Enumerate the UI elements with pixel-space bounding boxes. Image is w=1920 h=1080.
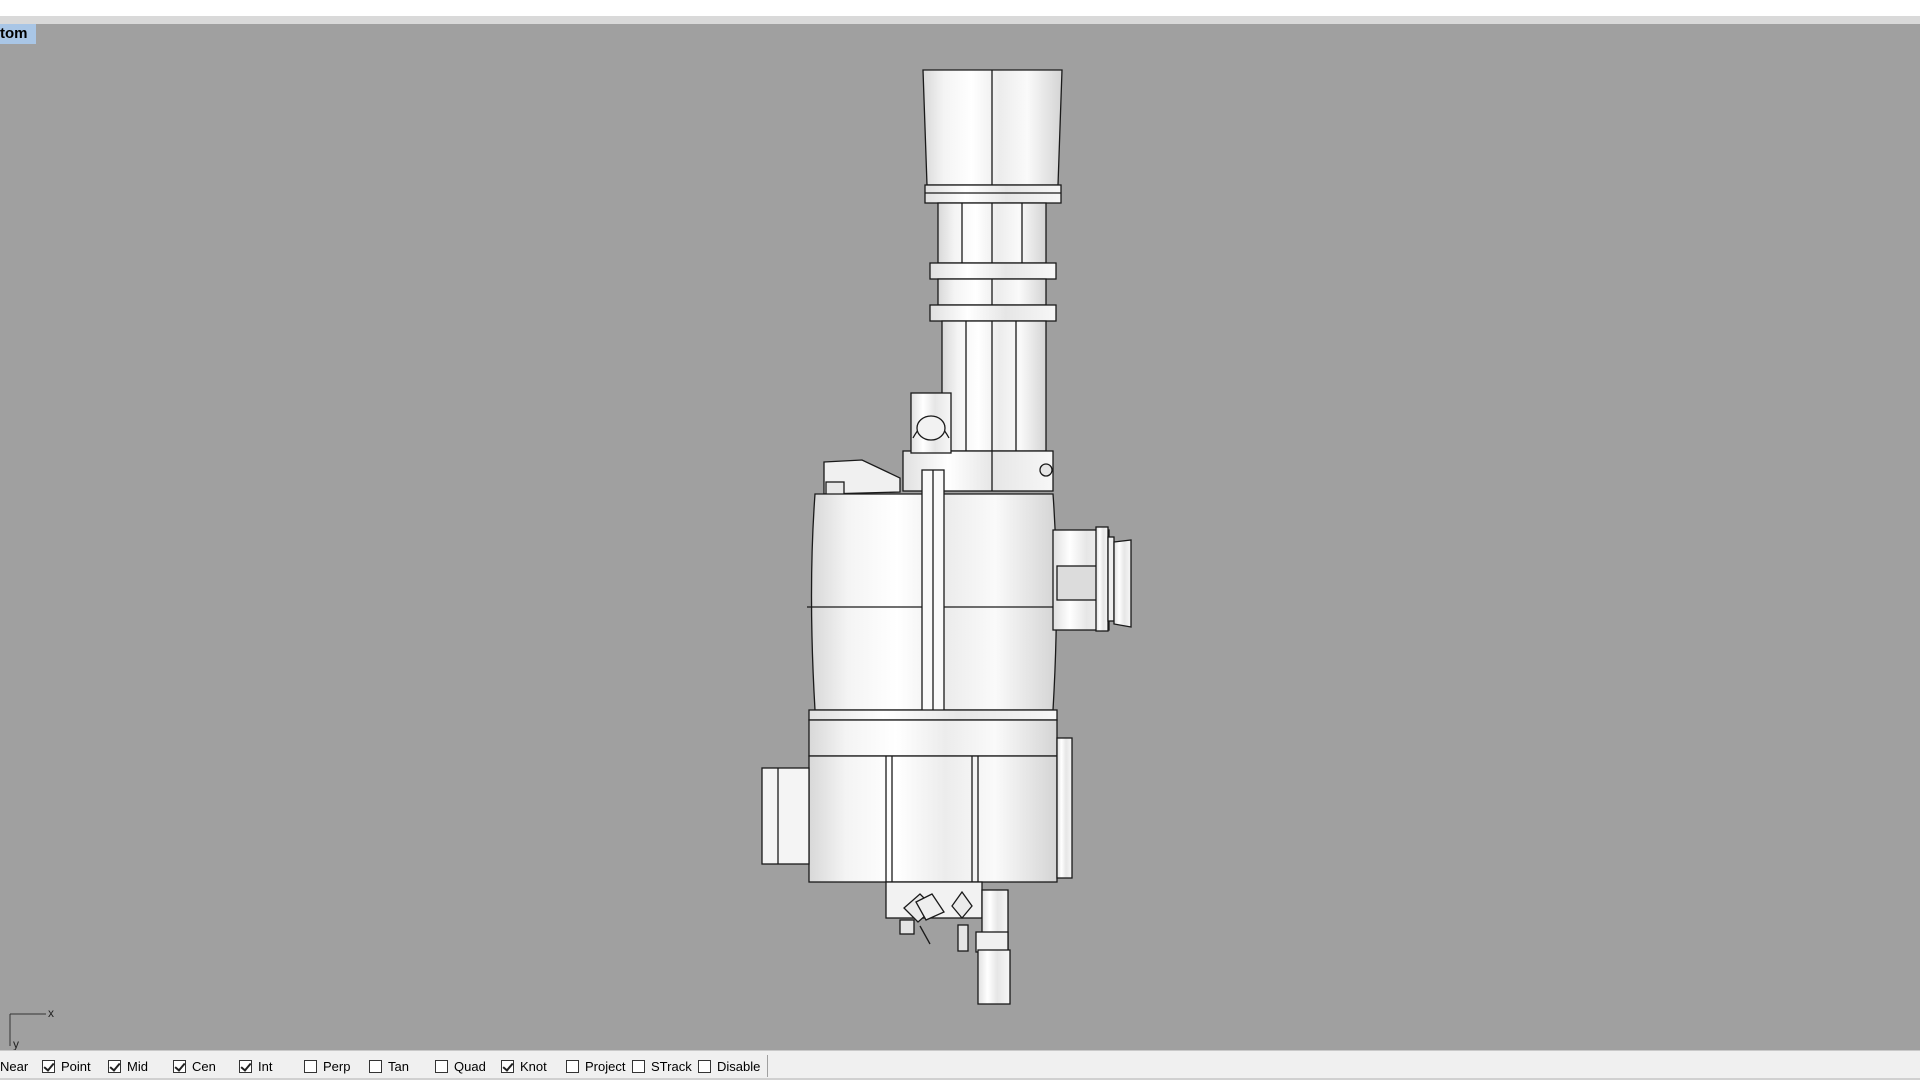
osnap-cen-checkbox[interactable] [173,1059,186,1073]
osnap-mid-checkbox[interactable] [108,1059,121,1073]
osnap-knot-label: Knot [520,1058,547,1074]
osnap-point-checkbox[interactable] [42,1059,55,1073]
osnap-project-label: Project [585,1058,626,1074]
bottom-viewport[interactable]: tom x y [0,24,1920,1050]
viewport-frame-edge [0,16,1920,24]
osnap-tan[interactable]: Tan [369,1057,409,1075]
osnap-knot-checkbox[interactable] [501,1059,514,1073]
osnap-perp[interactable]: Perp [304,1057,350,1075]
lower-body [808,755,1058,883]
osnap-knot[interactable]: Knot [501,1057,547,1075]
osnap-disable-checkbox[interactable] [698,1059,711,1073]
lower-left-box [761,767,810,865]
osnap-near[interactable]: Near [0,1057,28,1075]
osnap-status-bar: Near Point Mid Cen Int Perp Tan Quad Kno… [0,1050,1920,1080]
osnap-disable-label: Disable [717,1058,761,1074]
axis-y-label: y [13,1037,19,1050]
osnap-strack[interactable]: STrack [632,1057,692,1075]
osnap-int-label: Int [258,1058,273,1074]
osnap-strack-label: STrack [651,1058,692,1074]
axis-x-label: x [48,1006,54,1020]
statusbar-separator [767,1055,768,1077]
3d-model-render[interactable] [0,24,1920,1050]
osnap-perp-label: Perp [323,1058,351,1074]
top-ring [924,184,1062,204]
osnap-cen-label: Cen [192,1058,216,1074]
osnap-mid[interactable]: Mid [108,1057,148,1075]
osnap-strack-checkbox[interactable] [632,1059,645,1073]
osnap-point-label: Point [61,1058,91,1074]
osnap-quad[interactable]: Quad [435,1057,486,1075]
top-toolbar-strip [0,0,1920,16]
osnap-quad-label: Quad [454,1058,486,1074]
osnap-point[interactable]: Point [42,1057,91,1075]
axis-indicator: x y [9,1006,54,1050]
osnap-int[interactable]: Int [239,1057,272,1075]
osnap-mid-label: Mid [127,1058,148,1074]
osnap-project-checkbox[interactable] [566,1059,579,1073]
osnap-tan-checkbox[interactable] [369,1059,382,1073]
osnap-cen[interactable]: Cen [173,1057,216,1075]
osnap-project[interactable]: Project [566,1057,625,1075]
osnap-quad-checkbox[interactable] [435,1059,448,1073]
osnap-disable[interactable]: Disable [698,1057,760,1075]
osnap-near-label: Near [0,1058,29,1074]
osnap-tan-label: Tan [388,1058,409,1074]
cad-application-window: tom x y Near Point Mid Cen Int Perp Tan … [0,0,1920,1080]
osnap-perp-checkbox[interactable] [304,1059,317,1073]
main-tube [941,320,1047,452]
osnap-int-checkbox[interactable] [239,1059,252,1073]
